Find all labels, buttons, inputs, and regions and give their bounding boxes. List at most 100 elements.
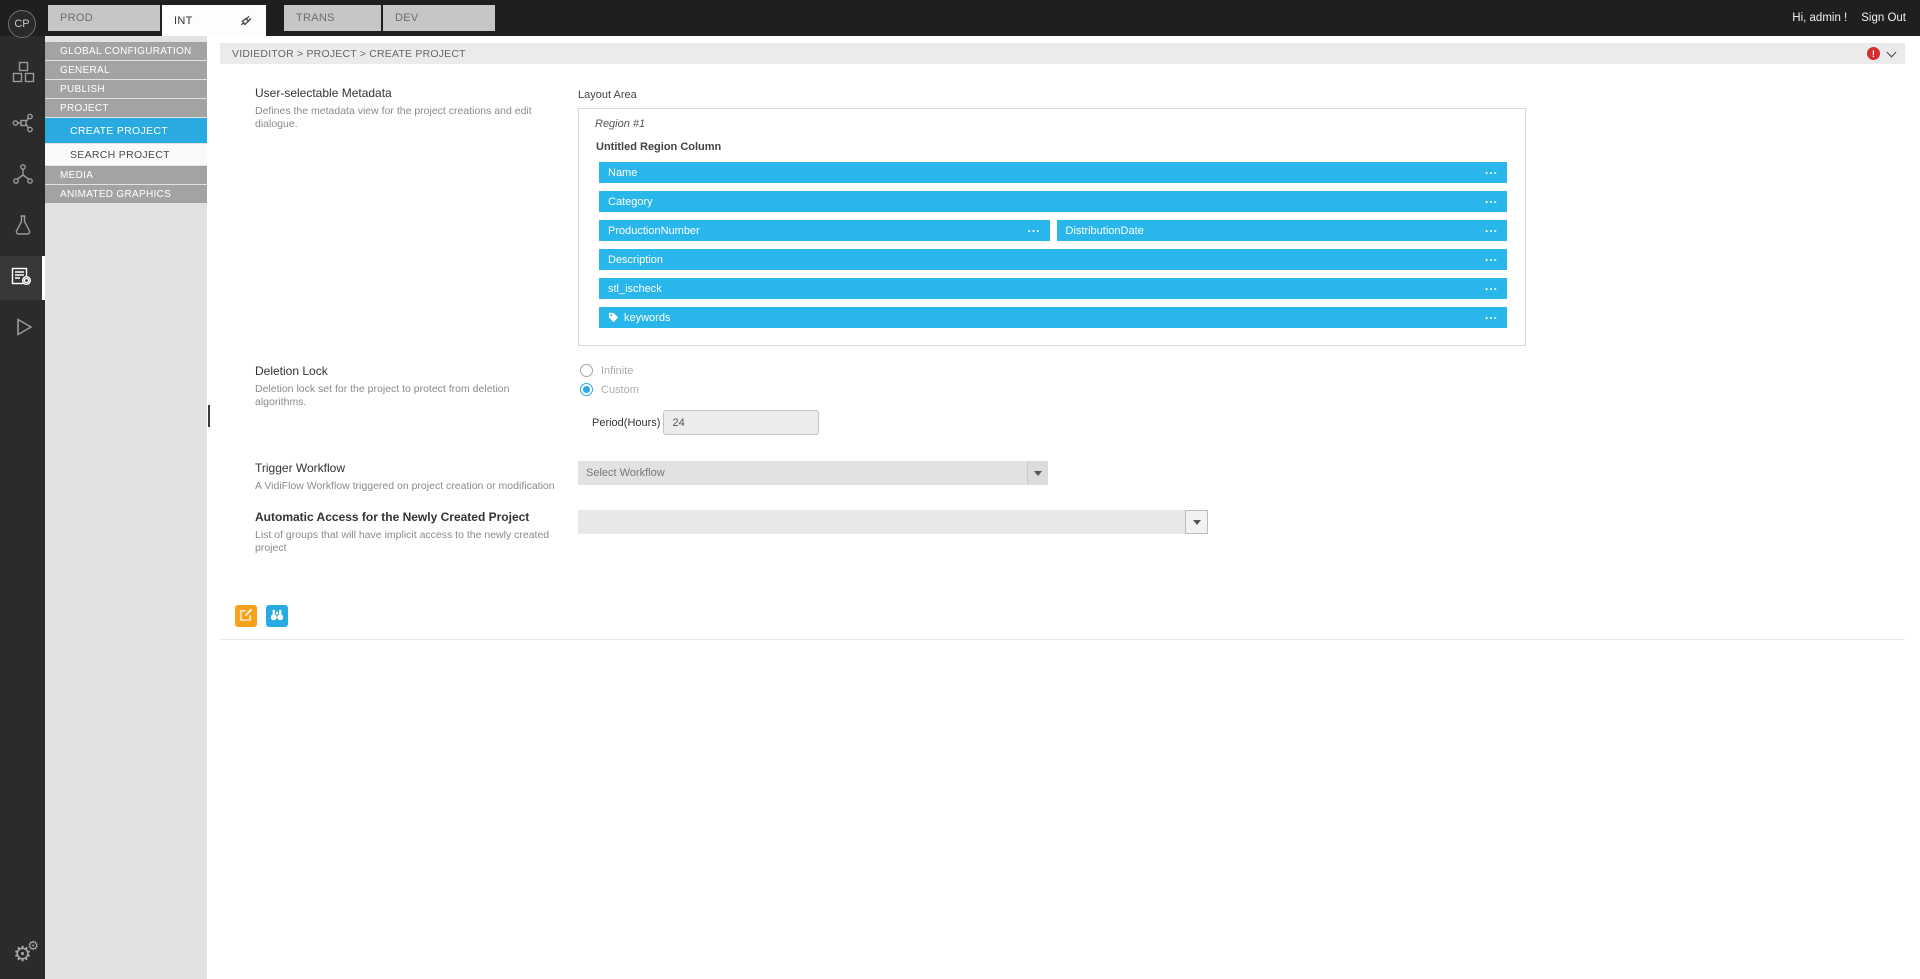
field-more-button[interactable]: ... (1485, 315, 1498, 321)
tab-dev[interactable]: DEV (383, 5, 495, 31)
tag-icon (608, 312, 619, 323)
gear-small-icon: ⚙ (27, 939, 39, 952)
chevron-down-icon[interactable] (1887, 47, 1897, 57)
sidebar-item-create-project[interactable]: CREATE PROJECT (45, 118, 207, 143)
tab-trans[interactable]: TRANS (284, 5, 381, 31)
field-label: Description (608, 254, 663, 266)
period-hours-input[interactable] (663, 410, 819, 435)
section-automatic-access: Automatic Access for the Newly Created P… (255, 510, 1905, 555)
field-label: Name (608, 167, 637, 179)
tab-int[interactable]: INT (162, 5, 266, 36)
tab-trans-label: TRANS (296, 12, 335, 24)
workflow-icon (11, 111, 35, 140)
trigger-workflow-control-col: Select Workflow (578, 461, 1905, 485)
field-category[interactable]: Category ... (599, 191, 1507, 212)
cubes-icon (11, 60, 35, 89)
field-description[interactable]: Description ... (599, 249, 1507, 270)
greeting-text: Hi, admin ! (1792, 12, 1847, 24)
field-row: Name ... (599, 162, 1507, 183)
field-row: Category ... (599, 191, 1507, 212)
radio-row-infinite: Infinite (580, 364, 1905, 377)
tab-int-label: INT (174, 15, 193, 27)
dropdown-arrow-box[interactable] (1027, 461, 1048, 485)
deletion-lock-control-col: Infinite Custom Period(Hours) (578, 364, 1905, 435)
deletion-lock-description: Deletion lock set for the project to pro… (255, 383, 558, 409)
field-keywords[interactable]: keywords ... (599, 307, 1507, 328)
radio-custom[interactable] (580, 383, 593, 396)
field-row: ProductionNumber ... DistributionDate ..… (599, 220, 1507, 241)
sidebar-item-global-configuration[interactable]: GLOBAL CONFIGURATION (45, 42, 207, 60)
field-more-button[interactable]: ... (1485, 170, 1498, 176)
breadcrumb-path: VIDIEDITOR > PROJECT > CREATE PROJECT (232, 48, 466, 60)
field-more-button[interactable]: ... (1027, 228, 1040, 234)
sidebar-item-search-project[interactable]: SEARCH PROJECT (45, 144, 207, 165)
sidebar-item-general[interactable]: GENERAL (45, 61, 207, 79)
auto-access-description: List of groups that will have implicit a… (255, 529, 558, 555)
metadata-control-col: Layout Area Region #1 Untitled Region Co… (578, 86, 1905, 346)
avatar[interactable]: CP (8, 10, 36, 38)
section-deletion-lock: Deletion Lock Deletion lock set for the … (255, 364, 1905, 435)
rail-item-test[interactable] (0, 205, 45, 249)
trigger-workflow-title: Trigger Workflow (255, 461, 558, 475)
app: { "colors": { "accent_blue": "#29abe2", … (0, 0, 1920, 979)
field-row: Description ... (599, 249, 1507, 270)
field-stl-ischeck[interactable]: stl_ischeck ... (599, 278, 1507, 299)
field-more-button[interactable]: ... (1485, 199, 1498, 205)
metadata-label-col: User-selectable Metadata Defines the met… (255, 86, 578, 131)
dropdown-arrow-box[interactable] (1185, 510, 1208, 534)
breadcrumb: VIDIEDITOR > PROJECT > CREATE PROJECT ! (220, 43, 1905, 64)
plug-icon (236, 10, 257, 31)
error-icon[interactable]: ! (1867, 47, 1880, 60)
rail-item-configuration[interactable] (0, 256, 45, 300)
flask-icon (11, 213, 35, 242)
edit-icon (240, 608, 253, 624)
topbar-user-area: Hi, admin ! Sign Out (1792, 0, 1920, 36)
tab-prod[interactable]: PROD (48, 5, 160, 31)
icon-rail: ⚙ ⚙ (0, 36, 45, 979)
field-more-button[interactable]: ... (1485, 286, 1498, 292)
radio-custom-label: Custom (601, 384, 639, 396)
binoculars-icon (270, 608, 284, 624)
sidebar-item-publish[interactable]: PUBLISH (45, 80, 207, 98)
region-column-title: Untitled Region Column (596, 141, 1507, 153)
rail-item-modules[interactable] (0, 52, 45, 96)
period-hours-label: Period(Hours) (592, 417, 660, 429)
field-production-number[interactable]: ProductionNumber ... (599, 220, 1050, 241)
field-label: keywords (624, 312, 670, 324)
section-trigger-workflow: Trigger Workflow A VidiFlow Workflow tri… (255, 461, 1905, 493)
rail-item-player[interactable] (0, 307, 45, 351)
auto-access-dropdown[interactable] (578, 510, 1208, 534)
auto-access-label-col: Automatic Access for the Newly Created P… (255, 510, 578, 555)
rail-item-settings[interactable]: ⚙ ⚙ (0, 937, 45, 971)
edit-button[interactable] (235, 605, 257, 627)
nodes-icon (11, 162, 35, 191)
sidebar-item-animated-graphics[interactable]: ANIMATED GRAPHICS (45, 185, 207, 203)
field-label: DistributionDate (1066, 225, 1144, 237)
sidebar-item-project[interactable]: PROJECT (45, 99, 207, 117)
tab-dev-label: DEV (395, 12, 419, 24)
auto-access-control-col (578, 510, 1905, 534)
panel-resize-handle[interactable] (208, 405, 210, 427)
trigger-workflow-dropdown[interactable]: Select Workflow (578, 461, 1048, 485)
rail-item-workflow[interactable] (0, 103, 45, 147)
tab-prod-label: PROD (60, 12, 93, 24)
section-user-selectable-metadata: User-selectable Metadata Defines the met… (255, 86, 1905, 346)
region-title: Region #1 (595, 118, 1507, 130)
sign-out-link[interactable]: Sign Out (1861, 12, 1906, 24)
field-more-button[interactable]: ... (1485, 228, 1498, 234)
auto-access-title: Automatic Access for the Newly Created P… (255, 510, 558, 524)
chevron-down-icon (1034, 471, 1042, 476)
chevron-down-icon (1193, 520, 1201, 525)
rail-item-connections[interactable] (0, 154, 45, 198)
field-distribution-date[interactable]: DistributionDate ... (1057, 220, 1508, 241)
field-name[interactable]: Name ... (599, 162, 1507, 183)
radio-row-custom: Custom (580, 383, 1905, 396)
field-more-button[interactable]: ... (1485, 257, 1498, 263)
radio-infinite[interactable] (580, 364, 593, 377)
environment-tabs: PROD INT TRANS DEV (48, 0, 497, 36)
layout-area-label: Layout Area (578, 89, 1905, 101)
trigger-workflow-description: A VidiFlow Workflow triggered on project… (255, 480, 558, 493)
preview-button[interactable] (266, 605, 288, 627)
radio-dot (583, 386, 590, 393)
sidebar-item-media[interactable]: MEDIA (45, 166, 207, 184)
